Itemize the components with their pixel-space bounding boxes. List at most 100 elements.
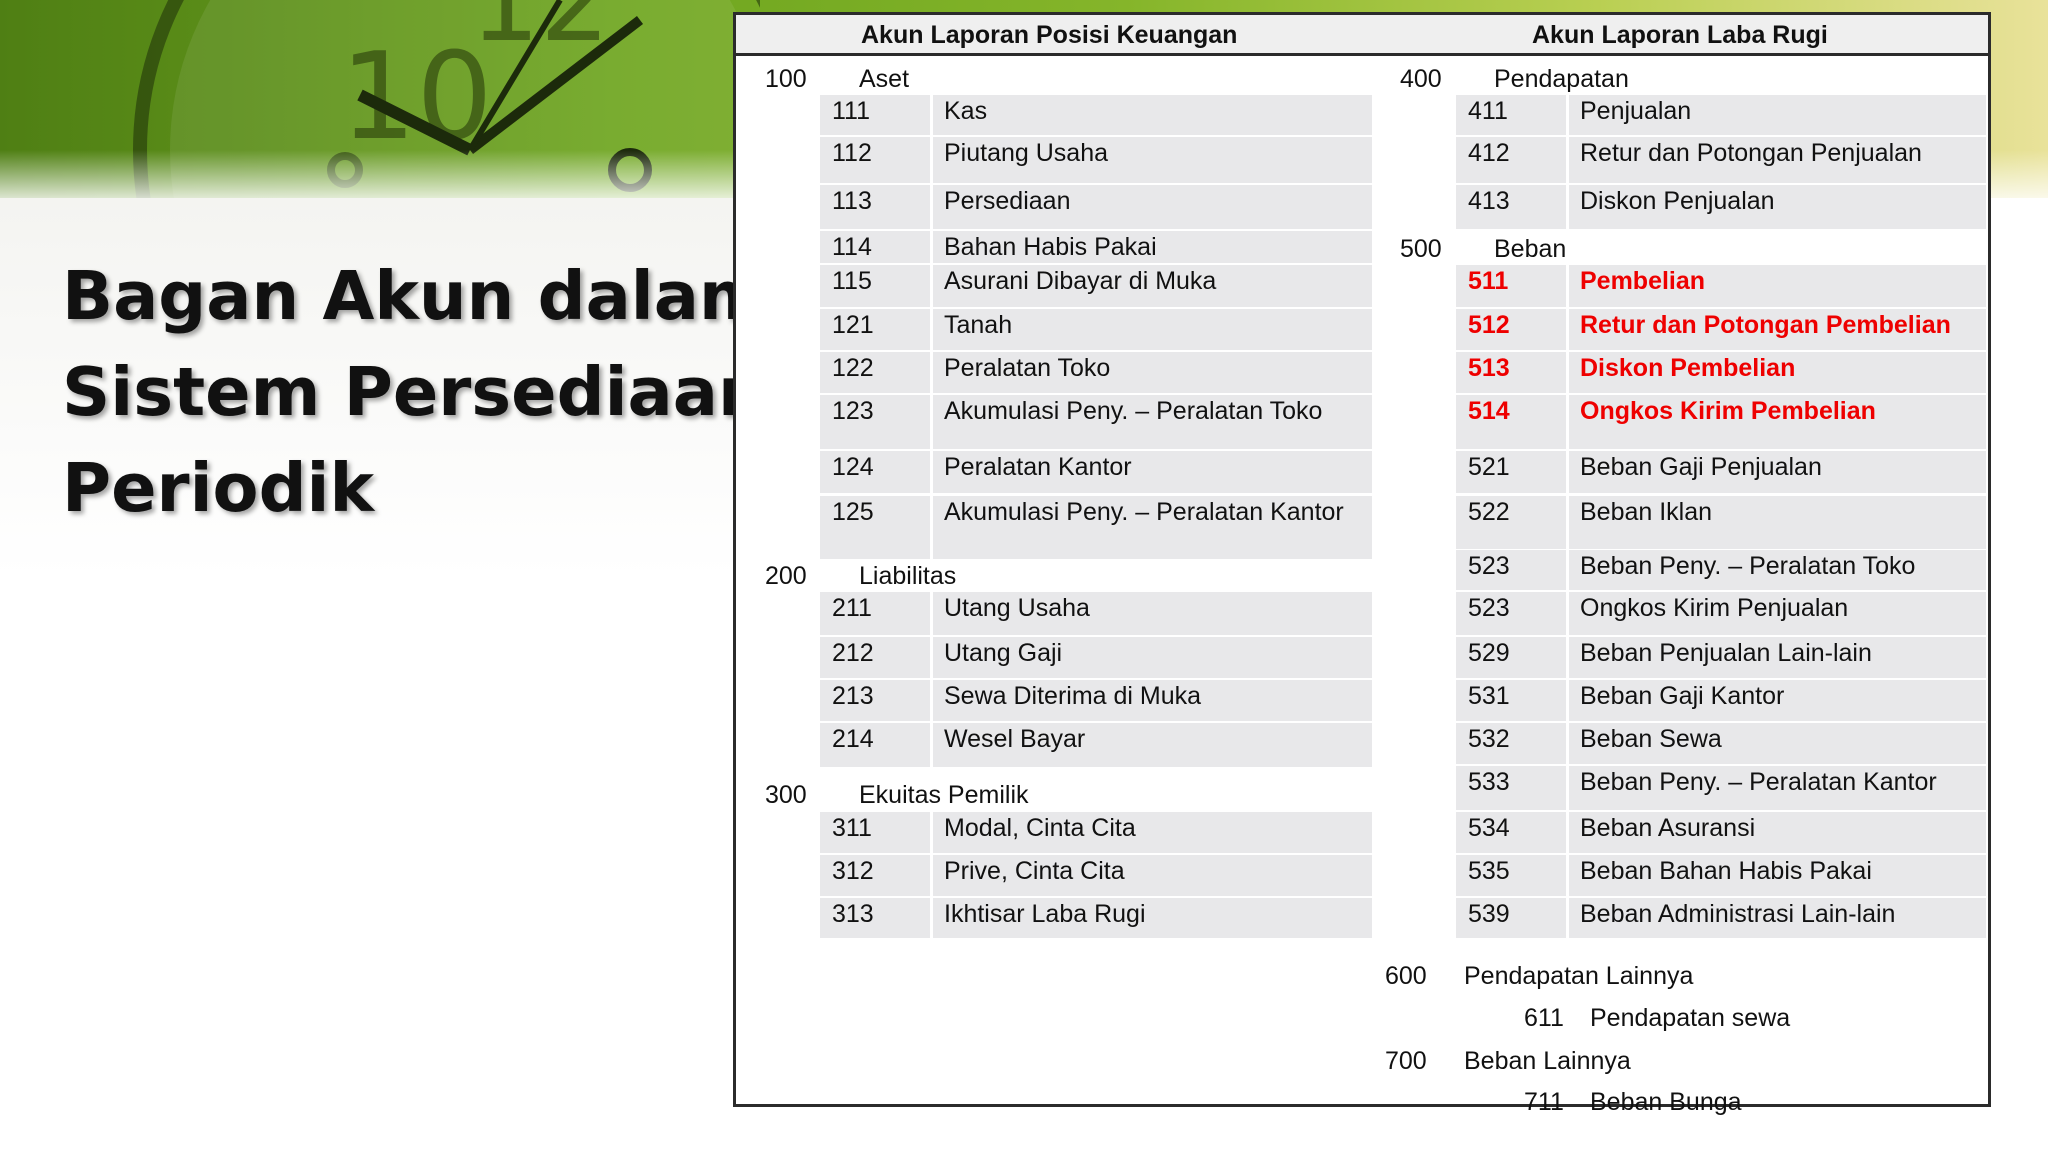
account-row: 125 Akumulasi Peny. – Peralatan Kantor [820,496,1372,561]
account-row: 115 Asurani Dibayar di Muka [820,265,1372,309]
table-header: Akun Laporan Posisi Keuangan Akun Lapora… [736,15,1988,56]
account-group-row: 400 Pendapatan [1400,63,1800,97]
slide-title: Bagan Akun dalam Sistem Persediaan Perio… [62,248,769,536]
account-name: Ongkos Kirim Pembelian [1580,397,1876,425]
group-name: Beban Lainnya [1464,1047,1631,1075]
column-divider [930,265,933,307]
group-code: 600 [1385,962,1427,990]
account-row: 112 Piutang Usaha [820,137,1372,185]
account-name: Beban Sewa [1580,725,1722,753]
column-divider [1566,185,1569,229]
account-name: Akumulasi Peny. – Peralatan Kantor [944,498,1344,526]
chart-of-accounts-table: Akun Laporan Posisi Keuangan Akun Lapora… [733,12,1991,1116]
account-name: Prive, Cinta Cita [944,857,1125,885]
account-row: 411 Penjualan [1456,95,1986,137]
account-code: 512 [1468,311,1510,339]
account-code: 411 [1468,97,1508,125]
account-name: Beban Iklan [1580,498,1713,526]
column-divider [1566,352,1569,393]
account-name: Peralatan Toko [944,354,1111,382]
column-divider [930,451,933,493]
account-name: Beban Penjualan Lain-lain [1580,639,1872,667]
account-name: Retur dan Potongan Penjualan [1580,139,1922,167]
column-divider [930,185,933,229]
column-divider [930,898,933,938]
account-row: 539 Beban Administrasi Lain-lain [1456,898,1986,940]
account-row: 212 Utang Gaji [820,637,1372,680]
account-name: Beban Gaji Kantor [1580,682,1785,710]
group-name: Ekuitas Pemilik [859,781,1029,809]
column-divider [1566,766,1569,810]
account-name: Beban Bahan Habis Pakai [1580,857,1872,885]
group-name: Liabilitas [859,562,957,590]
account-code: 531 [1468,682,1510,710]
account-code: 611 [1524,1004,1564,1032]
account-code: 412 [1468,139,1510,167]
account-name: Pendapatan sewa [1590,1004,1791,1032]
account-row: 413 Diskon Penjualan [1456,185,1986,231]
account-name: Persediaan [944,187,1071,215]
account-group-row: 700 Beban Lainnya [1385,1045,1945,1079]
account-name: Beban Asuransi [1580,814,1756,842]
account-name: Beban Bunga [1590,1088,1742,1116]
account-group-row: 200 Liabilitas [765,560,1165,594]
account-code: 312 [832,857,874,885]
account-row: 523 Beban Peny. – Peralatan Toko [1456,550,1986,592]
column-divider [1566,723,1569,764]
account-name: Beban Gaji Penjualan [1580,453,1822,481]
column-divider [1566,395,1569,449]
account-row: 521 Beban Gaji Penjualan [1456,451,1986,495]
account-code: 539 [1468,900,1510,928]
column-divider [1566,680,1569,721]
account-name: Utang Usaha [944,594,1090,622]
account-name: Diskon Penjualan [1580,187,1775,215]
group-code: 700 [1385,1047,1427,1075]
column-divider [930,496,933,559]
account-name: Beban Administrasi Lain-lain [1580,900,1896,928]
account-code: 311 [832,814,872,842]
group-name: Pendapatan [1494,65,1629,93]
account-code: 532 [1468,725,1510,753]
account-row: 522 Beban Iklan [1456,496,1986,551]
account-row: 532 Beban Sewa [1456,723,1986,766]
account-name: Sewa Diterima di Muka [944,682,1202,710]
account-row: 114 Bahan Habis Pakai [820,231,1372,265]
column-divider [1566,496,1569,549]
column-divider [1566,592,1569,635]
account-name: Akumulasi Peny. – Peralatan Toko [944,397,1323,425]
column-divider [1566,637,1569,678]
account-row: 512 Retur dan Potongan Pembelian [1456,309,1986,352]
account-code: 113 [832,187,872,215]
account-name: Diskon Pembelian [1580,354,1796,382]
account-name: Retur dan Potongan Pembelian [1580,311,1951,339]
account-row: 711 Beban Bunga [1524,1086,1944,1120]
account-row: 514 Ongkos Kirim Pembelian [1456,395,1986,451]
account-code: 535 [1468,857,1510,885]
account-name: Peralatan Kantor [944,453,1132,481]
account-code: 112 [832,139,872,167]
group-code: 300 [765,781,807,809]
account-code: 125 [832,498,874,526]
account-code: 523 [1468,594,1510,622]
group-code: 200 [765,562,807,590]
column-divider [1566,265,1569,307]
right-column-header: Akun Laporan Laba Rugi [1532,21,1828,49]
account-row: 611 Pendapatan sewa [1524,1002,1944,1036]
column-divider [930,723,933,767]
column-divider [930,95,933,135]
slide-title-line: Periodik [62,449,375,527]
account-group-row: 300 Ekuitas Pemilik [765,779,1165,813]
account-row: 213 Sewa Diterima di Muka [820,680,1372,723]
account-name: Utang Gaji [944,639,1063,667]
column-divider [930,231,933,263]
column-divider [1566,812,1569,853]
account-code: 522 [1468,498,1510,526]
account-row: 511 Pembelian [1456,265,1986,309]
account-row: 121 Tanah [820,309,1372,352]
account-code: 115 [832,267,872,295]
account-code: 513 [1468,354,1510,382]
column-divider [1566,451,1569,493]
account-row: 531 Beban Gaji Kantor [1456,680,1986,723]
column-divider [930,812,933,853]
account-name: Wesel Bayar [944,725,1086,753]
